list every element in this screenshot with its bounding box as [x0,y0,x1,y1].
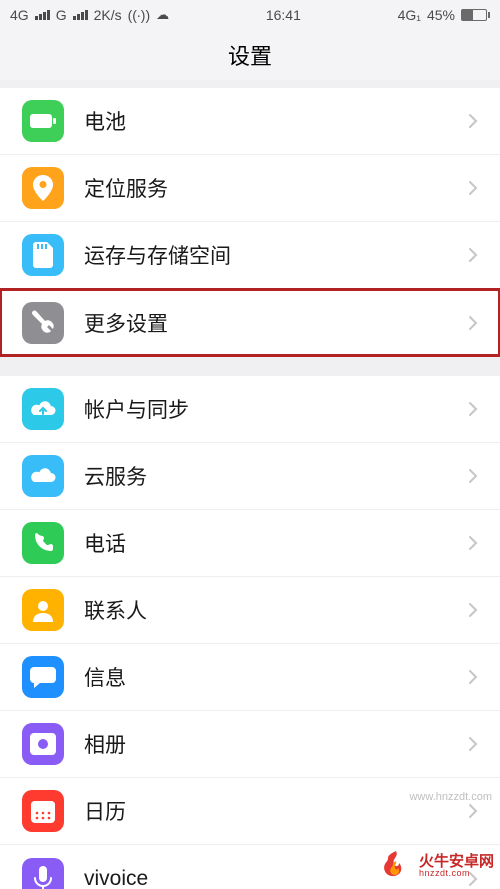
wrench-icon [22,302,64,344]
settings-screen: 4G G 2K/s ((∙)) ☁ 16:41 4G₁ 45% 设置 电池 [0,0,500,889]
calendar-icon [22,790,64,832]
contacts-icon [22,589,64,631]
chevron-right-icon [468,315,478,331]
row-label: 帐户与同步 [84,394,468,424]
battery-icon [461,9,490,21]
brand-watermark: 火牛安卓网 hnzzdt.com [379,849,494,883]
phone-icon [22,522,64,564]
hotspot-icon: ((∙)) [128,7,151,23]
chevron-right-icon [468,736,478,752]
carrier-2: G [56,7,67,23]
chevron-right-icon [468,535,478,551]
row-contacts[interactable]: 联系人 [0,577,500,644]
cloud-icon [22,455,64,497]
row-gallery[interactable]: 相册 [0,711,500,778]
brand-domain: hnzzdt.com [419,869,494,878]
network-type-2: 4G₁ [398,7,421,23]
chevron-right-icon [468,180,478,196]
row-label: 电话 [84,528,468,558]
header: 设置 [0,30,500,80]
location-icon [22,167,64,209]
status-left: 4G G 2K/s ((∙)) ☁ [10,7,169,23]
status-right: 4G₁ 45% [398,7,490,23]
watermark-url: www.hnzzdt.com [409,791,492,803]
signal-icon [35,10,50,20]
battery-icon [22,100,64,142]
row-storage[interactable]: 运存与存储空间 [0,222,500,289]
chevron-right-icon [468,669,478,685]
signal-icon [73,10,88,20]
row-label: 信息 [84,662,468,692]
row-location[interactable]: 定位服务 [0,155,500,222]
storage-icon [22,234,64,276]
row-cloud[interactable]: 云服务 [0,443,500,510]
row-message[interactable]: 信息 [0,644,500,711]
chevron-right-icon [468,803,478,819]
cloud-sync-icon [22,388,64,430]
network-type-1: 4G [10,7,29,23]
battery-percent: 45% [427,7,455,23]
brand-name: 火牛安卓网 [419,854,494,869]
row-label: 云服务 [84,461,468,491]
gallery-icon [22,723,64,765]
row-battery[interactable]: 电池 [0,88,500,155]
row-phone[interactable]: 电话 [0,510,500,577]
row-label: 相册 [84,729,468,759]
row-label: 运存与存储空间 [84,240,468,270]
message-icon [22,656,64,698]
chevron-right-icon [468,468,478,484]
row-more-settings[interactable]: 更多设置 [0,289,500,356]
row-label: 电池 [84,106,468,136]
clock: 16:41 [266,7,301,23]
row-calendar[interactable]: 日历 [0,778,500,845]
settings-group-2: 帐户与同步 云服务 电话 联系人 [0,376,500,889]
row-label: 更多设置 [84,308,468,338]
status-bar: 4G G 2K/s ((∙)) ☁ 16:41 4G₁ 45% [0,0,500,30]
mic-icon [22,858,64,889]
row-label: 联系人 [84,595,468,625]
flame-icon [379,849,413,883]
page-title: 设置 [228,39,272,71]
row-account[interactable]: 帐户与同步 [0,376,500,443]
data-speed: 2K/s [94,7,122,23]
chevron-right-icon [468,247,478,263]
cloud-status-icon: ☁ [156,7,169,23]
group-gap [0,356,500,376]
settings-group-1: 电池 定位服务 运存与存储空间 更多设置 [0,88,500,356]
chevron-right-icon [468,602,478,618]
row-label: 定位服务 [84,173,468,203]
chevron-right-icon [468,401,478,417]
chevron-right-icon [468,113,478,129]
